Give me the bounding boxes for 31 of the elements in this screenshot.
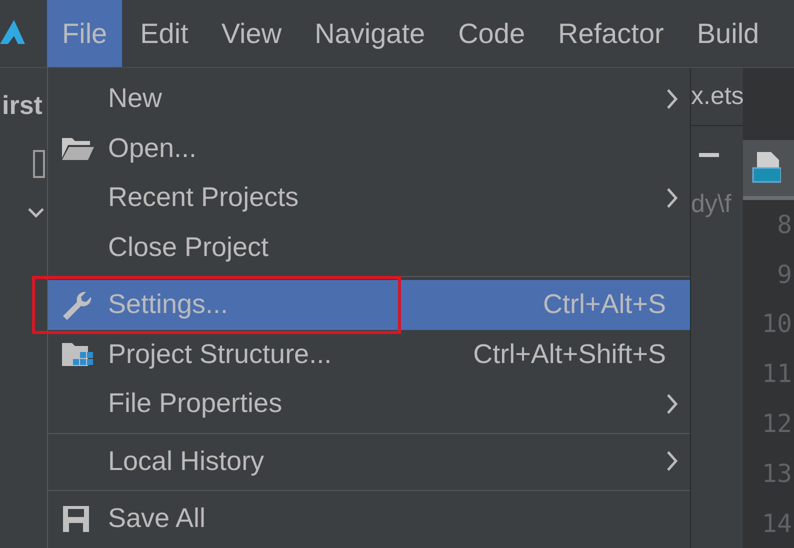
menu-item-label: New xyxy=(108,83,162,114)
menu-item[interactable]: Close Project xyxy=(48,222,690,272)
shortcut-text: Ctrl+Alt+Shift+S xyxy=(473,338,666,370)
menu[interactable]: Edit xyxy=(125,0,204,67)
menu-item-label: Open... xyxy=(108,132,197,164)
menu-item-label: Project Structure... xyxy=(108,338,332,370)
menu-item[interactable]: Save All xyxy=(48,494,690,544)
menu-item-label: Local History xyxy=(108,446,264,477)
path-text: dy\f xyxy=(691,190,732,219)
menu-item-label: Settings... xyxy=(108,289,228,320)
menu[interactable]: Code xyxy=(443,0,540,67)
file-icon xyxy=(751,150,781,186)
menu-item[interactable]: New xyxy=(48,74,690,124)
menu[interactable]: Refactor xyxy=(543,0,679,67)
menu-item[interactable]: Recent Projects xyxy=(48,173,690,222)
panel-title: irst xyxy=(2,90,44,121)
minimize-icon xyxy=(699,153,719,159)
menu-item-label: Close Project xyxy=(108,232,269,263)
chevron-down-icon xyxy=(27,207,45,219)
menu-item-label: File Properties xyxy=(108,388,282,420)
menu-item[interactable]: Local History xyxy=(48,436,690,486)
menu[interactable]: Navigate xyxy=(300,0,440,67)
menu-item[interactable]: Project Structure... Ctrl+Alt+Shift+S xyxy=(48,330,690,379)
menu-item-label: Recent Projects xyxy=(108,182,299,214)
menu-item[interactable]: File Properties xyxy=(48,379,690,428)
menu[interactable]: Build xyxy=(682,0,774,67)
shortcut-text: Ctrl+Alt+S xyxy=(542,289,666,320)
menu[interactable]: View xyxy=(206,0,297,67)
window-icon xyxy=(32,149,46,179)
menu-item[interactable]: Open... xyxy=(48,124,690,173)
menu-item-label: Save All xyxy=(108,503,206,534)
